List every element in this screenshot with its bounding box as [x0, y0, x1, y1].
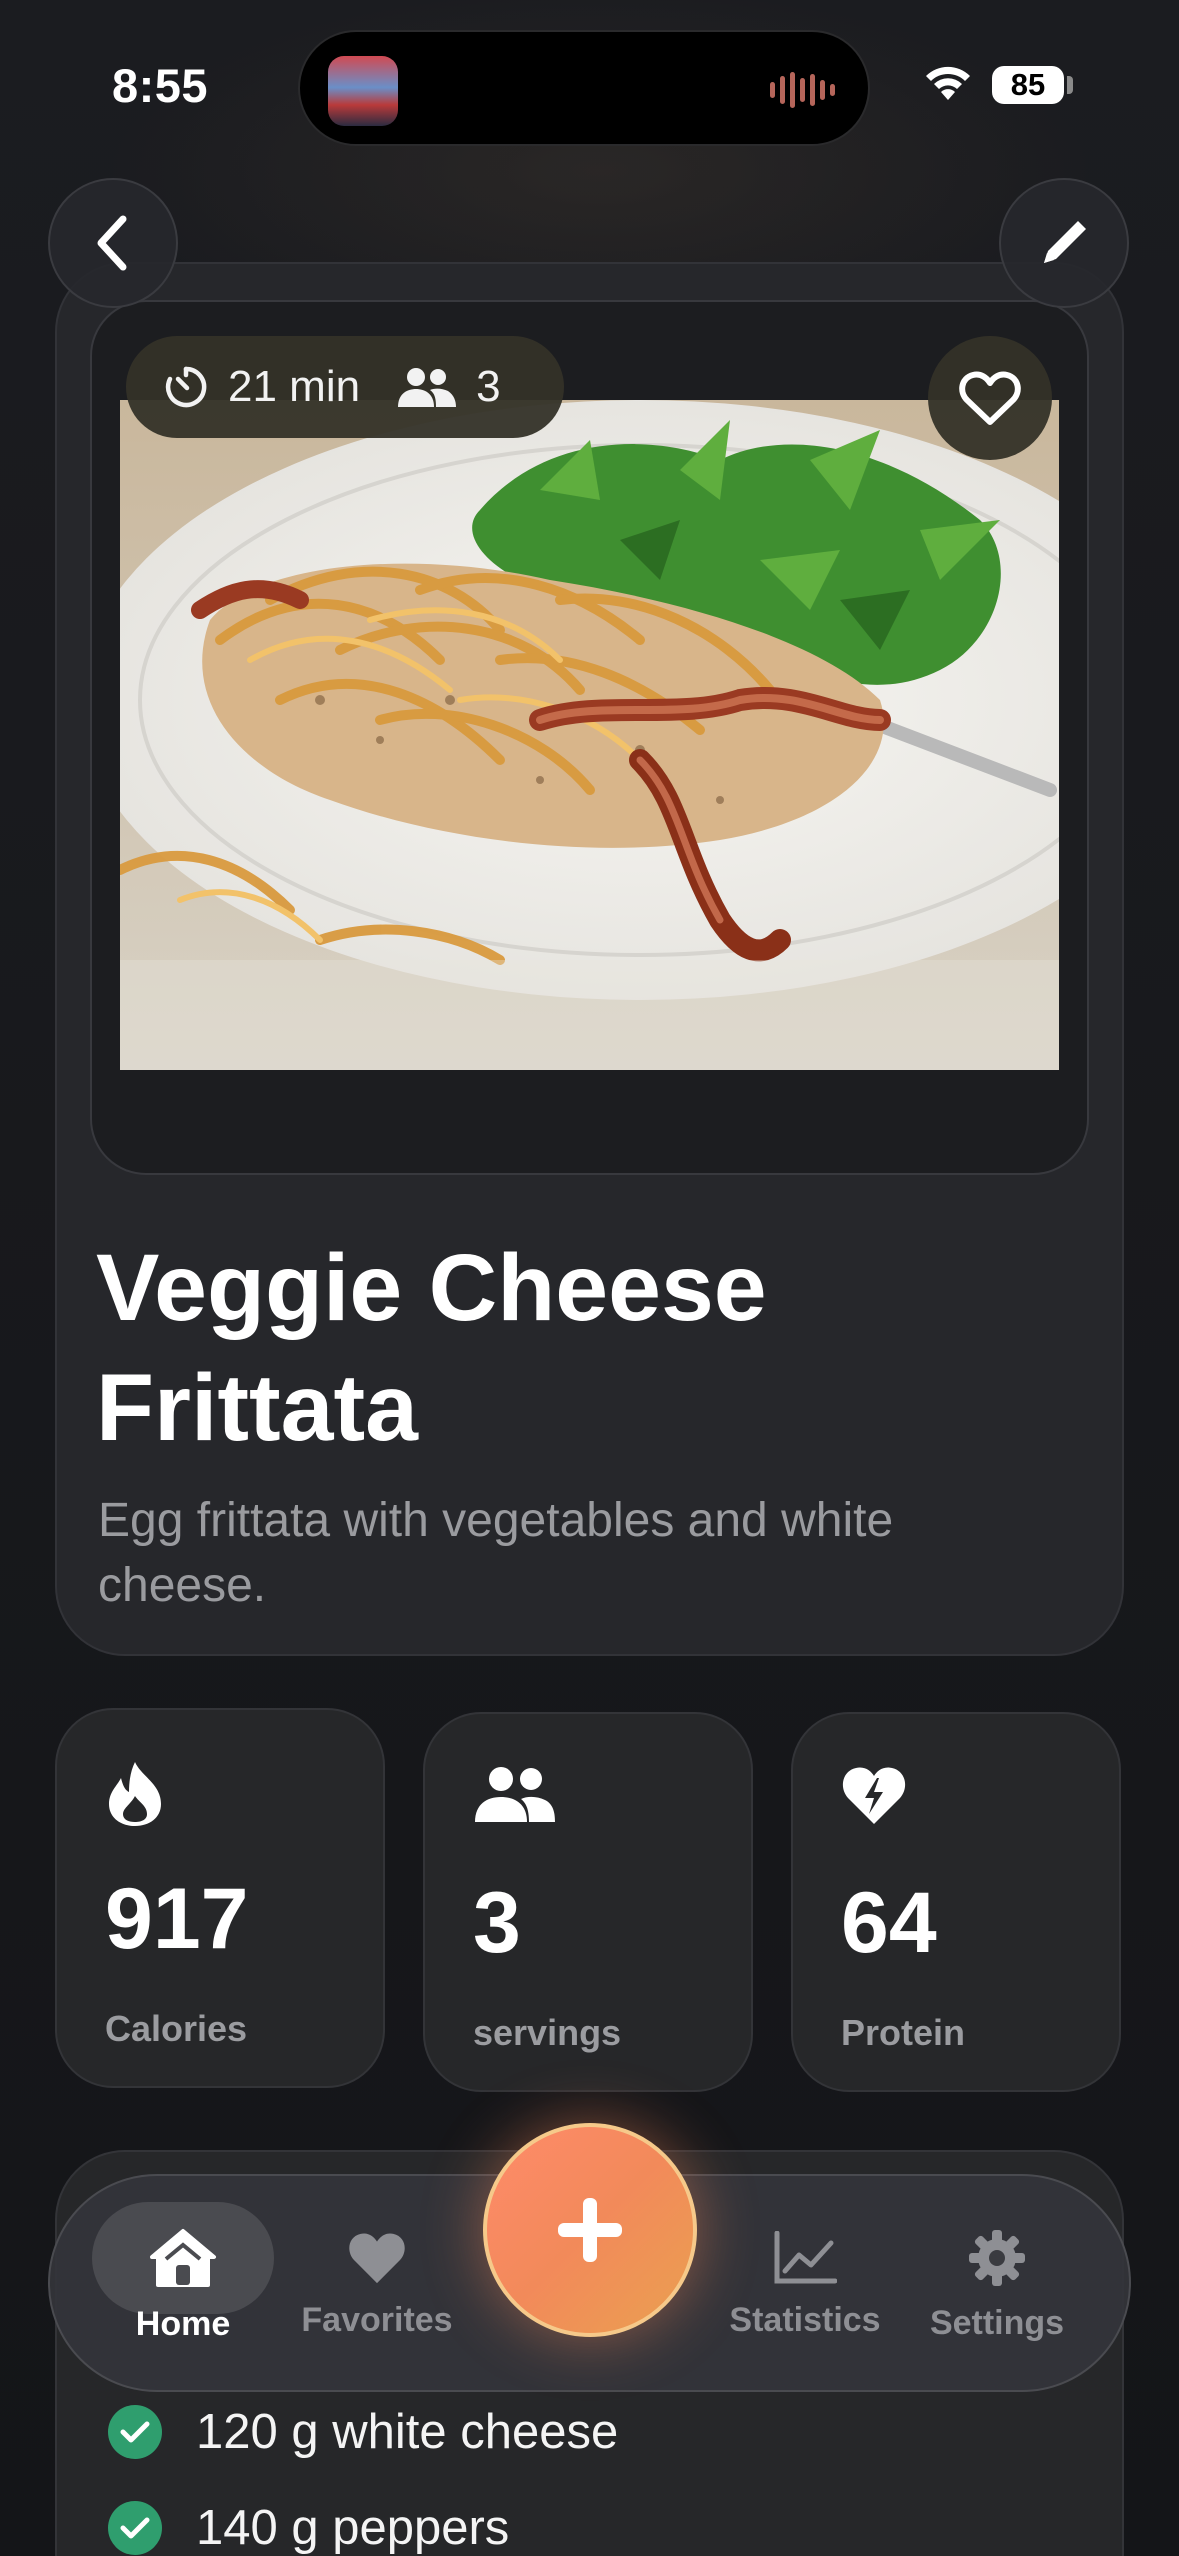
heart-outline-icon [959, 371, 1021, 425]
recipe-photo [120, 400, 1059, 1070]
tab-settings[interactable]: Settings [902, 2176, 1092, 2394]
tab-label: Settings [929, 2303, 1065, 2342]
status-time: 8:55 [112, 59, 209, 112]
tab-favorites[interactable]: Favorites [282, 2176, 472, 2394]
stat-label: servings [473, 2012, 622, 2053]
plus-icon [558, 2198, 622, 2262]
people-icon [475, 1767, 555, 1822]
tab-label: Favorites [301, 2300, 453, 2339]
stat-card-calories: 917 Calories [55, 1708, 385, 2088]
add-recipe-button[interactable] [483, 2123, 697, 2337]
stat-label: Calories [105, 2008, 248, 2049]
house-icon [150, 2228, 216, 2287]
cook-time: 21 min [228, 362, 361, 411]
stat-label: Protein [841, 2012, 966, 2053]
wifi-icon [926, 66, 970, 100]
ingredient-text: 140 g peppers [196, 2501, 510, 2555]
ingredient-text: 120 g white cheese [196, 2405, 619, 2459]
people-icon [398, 368, 457, 407]
checkmark-icon [108, 2501, 162, 2555]
chart-icon [774, 2230, 837, 2283]
stat-value: 3 [473, 1875, 521, 1971]
tab-home[interactable]: Home [92, 2176, 274, 2394]
recipe-description: Egg frittata with vegetables and white c… [98, 1494, 894, 1612]
tab-label: Home [135, 2304, 231, 2343]
app-icon [328, 56, 398, 126]
gear-icon [969, 2229, 1025, 2286]
edit-button[interactable] [999, 178, 1129, 308]
timer-icon [165, 366, 207, 408]
favorite-button[interactable] [928, 336, 1052, 460]
flame-icon [109, 1762, 161, 1826]
battery-indicator: 85 [992, 66, 1064, 104]
chevron-left-icon [97, 215, 127, 271]
stat-value: 64 [841, 1875, 937, 1971]
audio-wave-icon [770, 72, 835, 108]
battery-tip [1067, 76, 1073, 94]
dynamic-island [298, 30, 870, 146]
tab-statistics[interactable]: Statistics [710, 2176, 900, 2394]
heart-bolt-icon [842, 1767, 906, 1824]
stat-card-protein: 64 Protein [791, 1712, 1121, 2092]
recipe-title: Veggie Cheese Frittata [96, 1235, 767, 1461]
pencil-icon [1044, 221, 1086, 263]
stat-card-servings: 3 servings [423, 1712, 753, 2092]
servings-badge: 3 [476, 362, 501, 411]
ingredient-item[interactable]: 140 g peppers [108, 2500, 509, 2556]
ingredient-item[interactable]: 120 g white cheese [108, 2404, 618, 2460]
stat-value: 917 [105, 1871, 249, 1967]
tab-label: Statistics [729, 2300, 881, 2339]
recipe-meta-pill: 21 min 3 [126, 336, 564, 438]
checkmark-icon [108, 2405, 162, 2459]
heart-icon [349, 2232, 405, 2283]
back-button[interactable] [48, 178, 178, 308]
